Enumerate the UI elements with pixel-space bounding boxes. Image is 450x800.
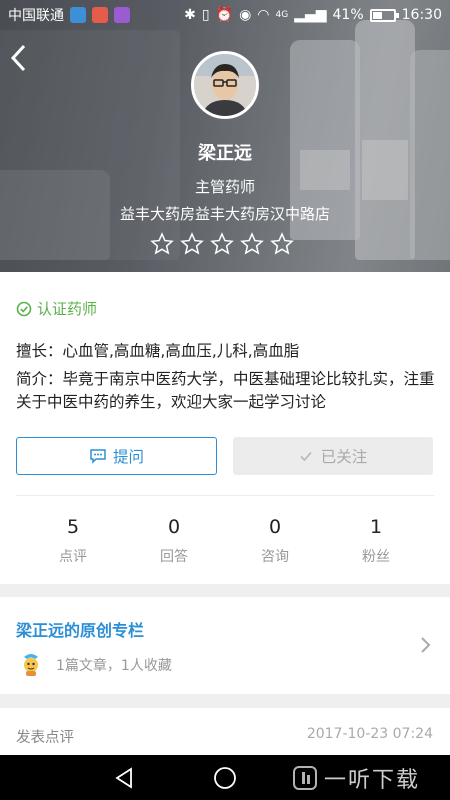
watermark: 一听下载 [292,756,450,800]
alarm-icon: ⏰ [215,7,234,23]
status-bar: 中国联通 ✱ ▯ ⏰ ◉ ◠ 4G ▂▄▆ 41% 16:30 [0,0,450,30]
specialty-text: 擅长：心血管,高血糖,高血压,儿科,高血脂 [16,342,300,360]
verified-check-icon [16,301,32,316]
battery-icon [369,8,399,22]
ask-question-label: 提问 [112,448,144,466]
stat-label: 点评 [59,549,87,565]
eye-icon: ◉ [239,7,252,23]
stat-followers[interactable]: 1 粉丝 [336,516,416,566]
stat-value: 0 [268,516,282,538]
column-meta: 1篇文章，1人收藏 [56,658,172,674]
network-type: 4G [275,10,289,20]
stat-label: 粉丝 [362,549,390,565]
clock-time: 16:30 [401,7,442,23]
column-mascot-icon [24,654,38,676]
nav-home-icon[interactable] [212,765,238,791]
follow-label: 已关注 [320,448,368,466]
stat-consultations[interactable]: 0 咨询 [235,516,315,566]
star-icon [270,232,294,255]
verified-badge: 认证药师 [16,298,97,319]
stat-value: 0 [167,516,181,538]
app-notification-icon [70,7,86,23]
pharmacist-title: 主管药师 [194,178,255,196]
follow-button[interactable]: 已关注 [233,437,433,475]
review-header: 发表点评 2017-10-23 07:24 [0,708,450,755]
star-icon [180,232,204,255]
signal-icon: ▂▄▆ [294,7,327,23]
ask-question-button[interactable]: 提问 [16,437,217,475]
stat-value: 1 [369,516,383,538]
avatar [191,51,259,119]
star-icon [210,232,234,255]
pharmacy-store: 益丰大药房益丰大药房汉中路店 [119,205,330,223]
star-icon [240,232,264,255]
wifi-icon: ◠ [257,7,270,23]
column-title: 梁正远的原创专栏 [16,621,145,640]
review-date: 2017-10-23 07:24 [306,726,433,742]
stat-label: 咨询 [261,549,289,565]
chat-bubble-icon [90,449,106,464]
app-notification-icon [92,7,108,23]
watermark-logo-icon [293,766,317,790]
app-notification-icon [114,7,130,23]
verified-label: 认证药师 [37,300,98,318]
checkmark-icon [300,451,312,462]
carrier-label: 中国联通 [8,8,64,24]
pharmacist-info-card: 认证药师 擅长：心血管,高血糖,高血压,儿科,高血脂 简介：毕竟于南京中医药大学… [0,272,450,584]
watermark-text: 一听下载 [324,768,421,793]
star-icon [150,232,174,255]
divider [16,495,434,496]
nav-back-icon[interactable] [112,765,138,791]
back-arrow-icon [10,44,26,72]
stat-answers[interactable]: 0 回答 [134,516,214,566]
stat-value: 5 [66,516,80,538]
chevron-right-icon [420,635,432,660]
battery-percent: 41% [332,7,364,23]
stat-label: 回答 [160,549,188,565]
original-column-link[interactable]: 梁正远的原创专栏 1篇文章，1人收藏 [0,597,450,694]
vibrate-icon: ▯ [201,7,210,23]
intro-text: 简介：毕竟于南京中医药大学，中医基础理论比较扎实，注重关于中医中药的养生，欢迎大… [16,370,435,411]
pharmacist-name: 梁正远 [198,143,252,164]
rating-stars [150,232,294,256]
stat-reviews[interactable]: 5 点评 [33,516,113,566]
post-review-label[interactable]: 发表点评 [16,726,74,747]
bluetooth-icon: ✱ [184,7,196,23]
back-button[interactable] [8,42,36,78]
